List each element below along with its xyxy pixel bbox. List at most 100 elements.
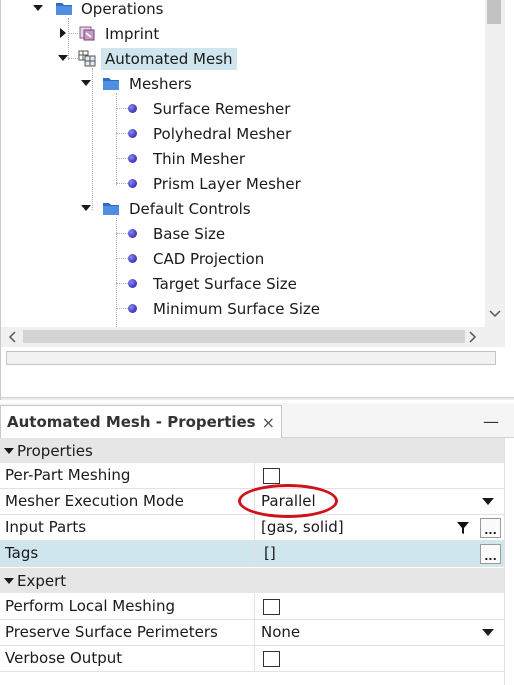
expand-toggle[interactable]	[32, 2, 44, 14]
column-divider	[254, 594, 255, 620]
tree-guide-line	[116, 158, 128, 159]
tab-automated-mesh-properties[interactable]: Automated Mesh - Properties ×	[0, 405, 283, 438]
tree-guide-line	[116, 283, 128, 284]
tree-node-label: Thin Mesher	[153, 149, 245, 168]
properties-scroll-gutter	[504, 438, 514, 685]
expand-toggle[interactable]	[80, 202, 92, 214]
property-name: Input Parts	[5, 518, 87, 536]
expand-toggle[interactable]	[80, 77, 92, 89]
column-divider	[254, 541, 255, 567]
tree-node-label: Base Size	[153, 224, 226, 243]
tree-viewport: Operations Imprint Automated Mesh Mesher…	[1, 0, 485, 327]
column-divider	[254, 515, 255, 541]
tree-node-label: Operations	[81, 0, 164, 18]
column-divider	[254, 489, 255, 515]
property-row-perform-local-meshing: Perform Local Meshing	[0, 594, 504, 620]
tree-node-label: Minimum Surface Size	[153, 299, 320, 318]
tree-node-label: Surface Remesher	[153, 99, 291, 118]
tree-guide-line	[116, 308, 128, 309]
property-row-mesher-execution-mode: Mesher Execution Mode Parallel	[0, 489, 504, 515]
folder-icon	[102, 200, 120, 216]
property-row-tags: Tags [] ...	[0, 541, 504, 567]
expand-toggle[interactable]	[57, 27, 69, 39]
folder-icon	[55, 0, 73, 16]
property-name: Per-Part Meshing	[5, 466, 131, 484]
scroll-left-icon[interactable]	[5, 330, 19, 344]
bullet-icon	[128, 154, 137, 163]
folder-icon	[102, 75, 120, 91]
automated-mesh-icon	[78, 49, 96, 67]
tree-guide-line	[116, 133, 128, 134]
dropdown-arrow-icon[interactable]	[482, 629, 494, 636]
section-label: Expert	[17, 571, 67, 590]
tree-guide-line	[116, 233, 128, 234]
section-properties[interactable]: Properties	[0, 438, 514, 463]
property-row-per-part-meshing: Per-Part Meshing	[0, 463, 504, 489]
tree-guide-line	[116, 108, 128, 109]
simulation-tree-panel: Operations Imprint Automated Mesh Mesher…	[0, 0, 514, 400]
chevron-down-icon	[81, 80, 91, 86]
chevron-down-icon	[58, 55, 68, 61]
tree-guide-line	[68, 33, 78, 34]
perform-local-meshing-checkbox[interactable]	[263, 599, 280, 615]
input-parts-ellipsis-button[interactable]: ...	[480, 518, 501, 538]
tags-ellipsis-button[interactable]: ...	[480, 544, 501, 564]
chevron-right-icon	[60, 28, 66, 38]
tree-node-label: Default Controls	[129, 199, 251, 218]
chevron-down-icon	[4, 577, 14, 584]
bullet-icon	[128, 229, 137, 238]
filter-icon[interactable]	[452, 518, 474, 538]
tree-guide-line	[92, 68, 93, 210]
chevron-down-icon	[33, 5, 43, 11]
tree-node-label: Imprint	[105, 24, 160, 43]
imprint-icon	[78, 24, 96, 41]
tree-guide-line	[68, 58, 78, 59]
tree-node-label: Meshers	[129, 74, 192, 93]
section-label: Properties	[17, 441, 93, 460]
input-parts-value[interactable]: [gas, solid]	[261, 518, 344, 536]
dropdown-arrow-icon[interactable]	[482, 498, 494, 505]
tree-node-label: Prism Layer Mesher	[153, 174, 301, 193]
scroll-down-icon[interactable]	[488, 307, 502, 321]
properties-tab-bar: Automated Mesh - Properties × —	[0, 403, 514, 438]
tags-value[interactable]: []	[264, 544, 276, 562]
preserve-surface-perimeters-select[interactable]: None	[261, 623, 300, 641]
section-expert[interactable]: Expert	[0, 568, 514, 593]
close-icon[interactable]: ×	[262, 413, 275, 432]
tree-horizontal-scrollbar[interactable]	[1, 327, 505, 347]
panel-splitter[interactable]	[1, 397, 514, 400]
column-divider	[254, 463, 255, 489]
bullet-icon	[128, 304, 137, 313]
expand-toggle[interactable]	[57, 52, 69, 64]
tree-node-label: CAD Projection	[153, 249, 265, 268]
scroll-right-icon[interactable]	[466, 330, 480, 344]
property-name: Preserve Surface Perimeters	[5, 623, 218, 641]
tree-status-box	[6, 351, 496, 365]
bullet-icon	[128, 129, 137, 138]
bullet-icon	[128, 279, 137, 288]
per-part-meshing-checkbox[interactable]	[263, 468, 280, 484]
property-row-verbose-output: Verbose Output	[0, 646, 504, 672]
tab-title: Automated Mesh - Properties	[7, 413, 256, 431]
bullet-icon	[128, 179, 137, 188]
chevron-down-icon	[4, 447, 14, 454]
tree-guide-line	[116, 183, 128, 184]
property-name: Perform Local Meshing	[5, 597, 175, 615]
vertical-scroll-thumb[interactable]	[487, 0, 501, 24]
verbose-output-checkbox[interactable]	[263, 651, 280, 667]
minimize-icon[interactable]: —	[483, 412, 499, 431]
tree-guide-line	[116, 258, 128, 259]
tree-vertical-scrollbar[interactable]	[485, 0, 505, 327]
property-name: Mesher Execution Mode	[5, 492, 184, 510]
tree-guide-line	[116, 93, 117, 185]
property-name: Tags	[5, 544, 39, 562]
bullet-icon	[128, 104, 137, 113]
property-name: Verbose Output	[5, 649, 123, 667]
mesher-execution-mode-select[interactable]: Parallel	[261, 492, 316, 510]
horizontal-scroll-thumb[interactable]	[23, 330, 465, 343]
tree-guide-line	[116, 218, 117, 327]
tree-node-label: Target Surface Size	[153, 274, 297, 293]
column-divider	[254, 620, 255, 646]
column-divider	[254, 646, 255, 672]
tree-node-label: Polyhedral Mesher	[153, 124, 292, 143]
